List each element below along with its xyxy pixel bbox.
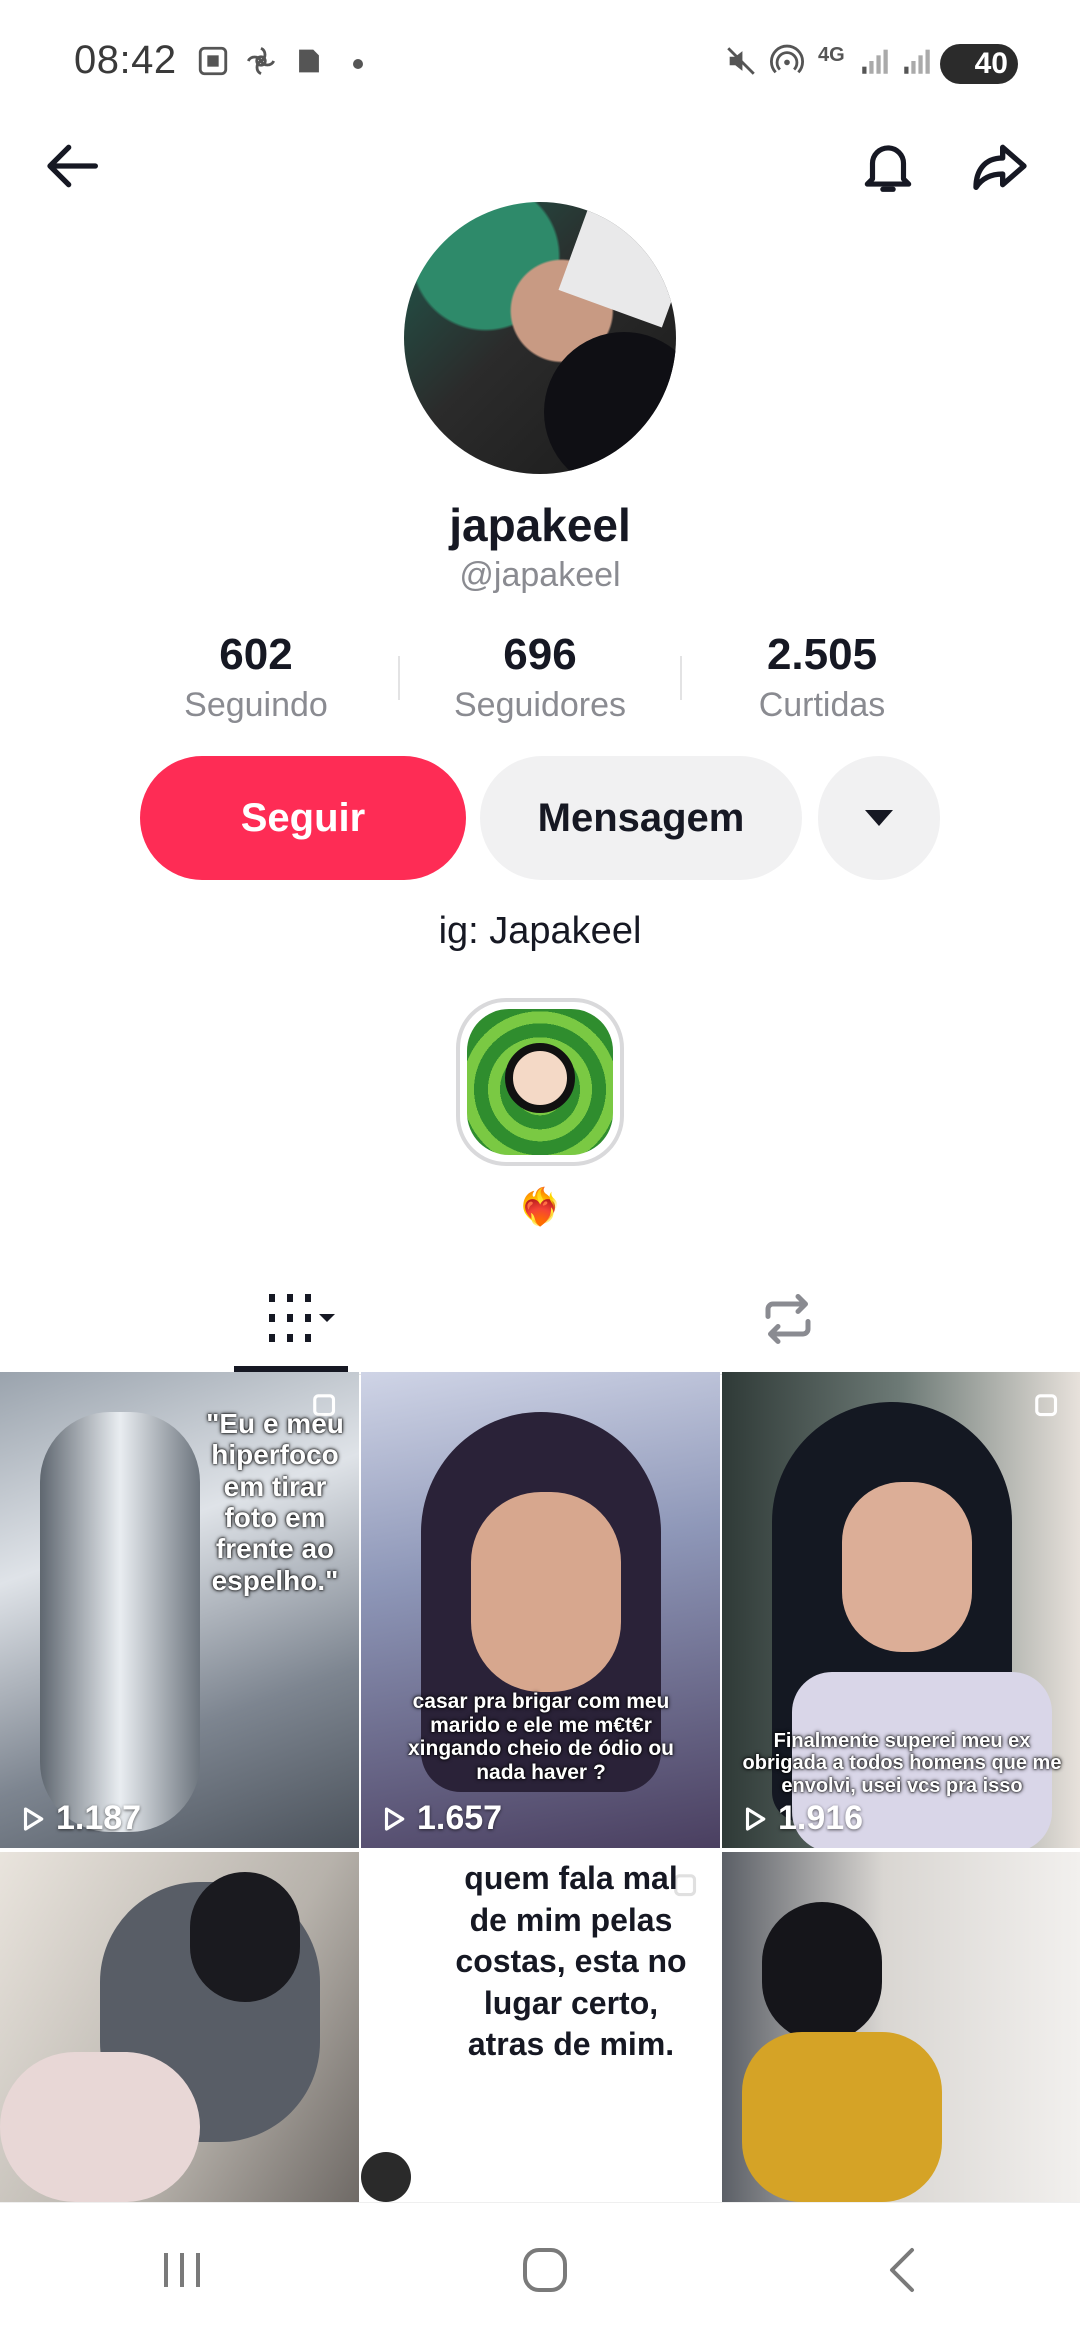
- back-nav-button[interactable]: [878, 2240, 928, 2305]
- play-icon: [23, 1806, 44, 1831]
- video-thumbnail[interactable]: Finalmente superei meu ex obrigada a tod…: [722, 1372, 1080, 1848]
- view-count: 1.657: [379, 1799, 502, 1838]
- followers-label: Seguidores: [453, 686, 626, 724]
- play-icon: [745, 1806, 766, 1831]
- grid-videos-icon: [269, 1294, 335, 1342]
- dot-icon: [353, 59, 363, 69]
- follow-button[interactable]: Seguir: [140, 756, 466, 880]
- likes-count: 2.505: [766, 630, 878, 679]
- screenshot-icon: [198, 46, 228, 76]
- share-button[interactable]: [960, 126, 1040, 206]
- multi-photo-icon: [1035, 1394, 1058, 1417]
- back-arrow-icon: [47, 144, 98, 188]
- video-thumbnail[interactable]: "Eu e meu hiperfoco em tirar foto em fre…: [0, 1372, 359, 1848]
- caret-down-icon: [865, 810, 893, 826]
- app-notification-icon: [299, 49, 319, 73]
- status-bar: 08:42 4G 40: [0, 0, 1080, 120]
- stat-divider: [680, 656, 682, 700]
- tab-videos[interactable]: [250, 1284, 350, 1354]
- message-button[interactable]: Mensagem: [480, 756, 802, 880]
- highlight-thumbnail[interactable]: [456, 998, 624, 1166]
- recent-apps-button[interactable]: [152, 2245, 212, 2300]
- video-thumbnail[interactable]: [722, 1852, 1080, 2202]
- following-label: Seguindo: [184, 686, 328, 724]
- signal-icon: [862, 49, 888, 74]
- video-thumbnail[interactable]: [0, 1852, 359, 2202]
- home-button[interactable]: [515, 2240, 575, 2305]
- home-icon: [522, 2247, 567, 2292]
- content-tabs: [0, 1270, 1080, 1375]
- repost-icon: [765, 1294, 811, 1344]
- likes-label: Curtidas: [758, 686, 886, 724]
- stat-following[interactable]: 602 Seguindo: [126, 630, 386, 725]
- pinwheel-icon: [246, 46, 276, 76]
- back-button[interactable]: [34, 126, 114, 206]
- stat-divider: [398, 656, 400, 700]
- bio-text: ig: Japakeel: [438, 910, 642, 952]
- video-caption: quem fala mal de mim pelas costas, esta …: [455, 1860, 687, 2063]
- video-thumbnail[interactable]: casar pra brigar com meu marido e ele me…: [361, 1372, 720, 1848]
- signal-icon-2: [904, 49, 930, 74]
- video-caption: Finalmente superei meu ex obrigada a tod…: [742, 1730, 1062, 1797]
- share-arrow-icon: [973, 144, 1027, 190]
- status-time: 08:42: [74, 38, 177, 82]
- suggested-accounts-button[interactable]: [818, 756, 940, 880]
- stat-likes[interactable]: 2.505 Curtidas: [692, 630, 952, 725]
- view-count: 1.187: [18, 1799, 141, 1838]
- system-nav-bar: [0, 2202, 1080, 2341]
- stat-followers[interactable]: 696 Seguidores: [410, 630, 670, 725]
- profile-avatar[interactable]: [404, 202, 676, 474]
- play-icon: [384, 1806, 405, 1831]
- followers-count: 696: [503, 630, 577, 679]
- bell-icon: [864, 145, 912, 192]
- display-name: japakeel: [449, 499, 631, 551]
- user-handle: @japakeel: [459, 556, 621, 594]
- mute-icon: [727, 47, 755, 75]
- tab-reposts[interactable]: [738, 1284, 838, 1354]
- video-caption: "Eu e meu hiperfoco em tirar foto em fre…: [206, 1408, 344, 1596]
- notifications-button[interactable]: [848, 126, 928, 206]
- following-count: 602: [219, 630, 293, 679]
- battery-indicator: 40: [940, 44, 1018, 84]
- recents-icon: [163, 2252, 200, 2287]
- back-chevron-icon: [890, 2247, 915, 2292]
- network-type: 4G: [818, 44, 845, 66]
- highlight-label: ❤️‍🔥: [517, 1186, 563, 1227]
- video-caption: casar pra brigar com meu marido e ele me…: [408, 1690, 674, 1784]
- hotspot-icon: [770, 44, 804, 74]
- view-count: 1.916: [740, 1799, 863, 1838]
- video-thumbnail[interactable]: quem fala mal de mim pelas costas, esta …: [361, 1852, 720, 2202]
